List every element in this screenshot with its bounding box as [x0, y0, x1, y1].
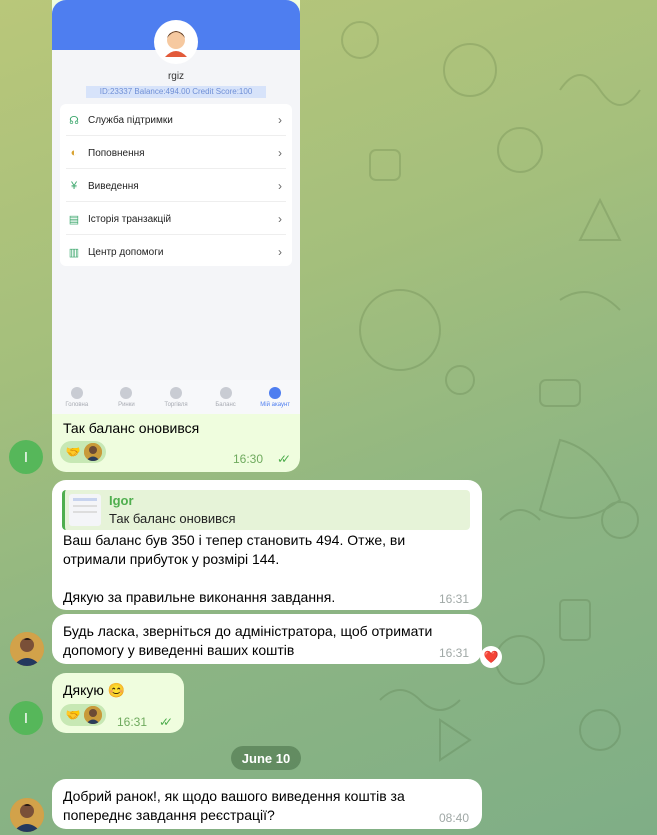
menu-item-transactions[interactable]: ▤ Історія транзакцій ›	[60, 203, 292, 235]
tab-home[interactable]: Головна	[52, 380, 102, 414]
reply-thumbnail	[69, 494, 101, 526]
tab-label: Ринки	[118, 401, 135, 408]
market-icon	[120, 386, 133, 399]
tab-trade[interactable]: Торгівля	[151, 380, 201, 414]
menu-item-deposit[interactable]: ◐ Поповнення ›	[60, 137, 292, 169]
menu-item-label: Історія транзакцій	[88, 213, 172, 225]
phone-tabbar: Головна Ринки Торгівля Баланс Мій акаунт	[52, 380, 300, 414]
document-icon: ▤	[68, 213, 80, 226]
reply-text: Так баланс оновився	[109, 511, 236, 526]
read-check-icon: ✓✓	[277, 452, 291, 466]
reply-quote[interactable]: Igor Так баланс оновився	[62, 490, 470, 530]
menu-item-help[interactable]: ▥ Центр допомоги ›	[60, 236, 292, 268]
tab-markets[interactable]: Ринки	[102, 380, 152, 414]
tab-label: Головна	[65, 401, 89, 408]
phone-screenshot[interactable]: rgiz ID:23337 Balance:494.00 Credit Scor…	[52, 0, 300, 414]
balance-icon	[219, 386, 232, 399]
reply-author: Igor	[109, 493, 134, 508]
home-icon	[70, 386, 83, 399]
avatar-initial: I	[23, 709, 29, 727]
chevron-right-icon: ›	[278, 113, 282, 127]
phone-account-info: ID:23337 Balance:494.00 Credit Score:100	[86, 86, 266, 98]
user-avatar[interactable]: I	[9, 701, 43, 735]
wallet-icon: ◐	[70, 147, 78, 159]
avatar-initial: I	[23, 448, 29, 466]
menu-item-label: Виведення	[88, 180, 139, 192]
heart-icon: ❤️	[483, 650, 499, 664]
person-photo-icon	[10, 798, 44, 832]
person-photo-icon	[10, 632, 44, 666]
tab-balance[interactable]: Баланс	[201, 380, 251, 414]
message-time: 16:31	[117, 715, 148, 729]
message-time: 08:40	[439, 811, 470, 825]
withdraw-icon: ¥	[70, 180, 78, 192]
chevron-right-icon: ›	[278, 245, 282, 259]
reactor-avatar	[84, 443, 102, 461]
tab-label: Торгівля	[164, 401, 188, 408]
account-icon	[269, 386, 282, 399]
message-time: 16:31	[439, 646, 470, 660]
message-text: Добрий ранок!, як щодо вашого виведення …	[63, 788, 405, 823]
reactor-avatar	[84, 706, 102, 724]
contact-avatar[interactable]	[10, 798, 44, 832]
reactions[interactable]: 🤝	[60, 441, 106, 463]
tab-label: Мій акаунт	[260, 401, 291, 408]
tab-account[interactable]: Мій акаунт	[250, 380, 300, 414]
phone-profile-avatar	[154, 20, 198, 64]
read-check-icon: ✓✓	[159, 715, 173, 729]
book-icon: ▥	[68, 246, 80, 259]
handshake-icon: 🤝	[65, 708, 81, 722]
message-text: Так баланс оновився	[63, 420, 200, 436]
phone-username: rgiz	[167, 71, 185, 82]
message-text: Дякую 😊	[63, 682, 126, 698]
message-bubble[interactable]: Дякую 😊 🤝 16:31 ✓✓	[52, 673, 184, 733]
chevron-right-icon: ›	[278, 179, 282, 193]
person-icon	[165, 31, 187, 57]
message-time: 16:30	[233, 452, 264, 466]
menu-item-withdraw[interactable]: ¥ Виведення ›	[60, 170, 292, 202]
heart-reaction[interactable]: ❤️	[480, 646, 502, 668]
contact-avatar[interactable]	[10, 632, 44, 666]
reactions[interactable]: 🤝	[60, 704, 106, 726]
menu-item-label: Центр допомоги	[88, 246, 164, 258]
message-text: Будь ласка, зверніться до адміністратора…	[63, 623, 433, 658]
chevron-right-icon: ›	[278, 146, 282, 160]
message-bubble[interactable]: Добрий ранок!, як щодо вашого виведення …	[52, 779, 482, 829]
menu-item-label: Поповнення	[88, 147, 145, 159]
phone-menu: ☊ Служба підтримки › ◐ Поповнення › ¥ Ви…	[60, 104, 292, 266]
handshake-icon: 🤝	[65, 445, 81, 459]
date-separator: June 10	[231, 746, 301, 770]
tab-label: Баланс	[215, 401, 236, 408]
menu-item-label: Служба підтримки	[88, 114, 173, 126]
message-bubble[interactable]: Будь ласка, зверніться до адміністратора…	[52, 614, 482, 664]
message-time: 16:31	[439, 592, 470, 606]
message-text: Ваш баланс був 350 і тепер становить 494…	[63, 532, 406, 605]
trade-icon	[169, 386, 182, 399]
message-bubble[interactable]: Igor Так баланс оновився Ваш баланс був …	[52, 480, 482, 610]
chevron-right-icon: ›	[278, 212, 282, 226]
menu-item-support[interactable]: ☊ Служба підтримки ›	[60, 104, 292, 136]
headset-icon: ☊	[69, 114, 79, 127]
user-avatar[interactable]: I	[9, 440, 43, 474]
